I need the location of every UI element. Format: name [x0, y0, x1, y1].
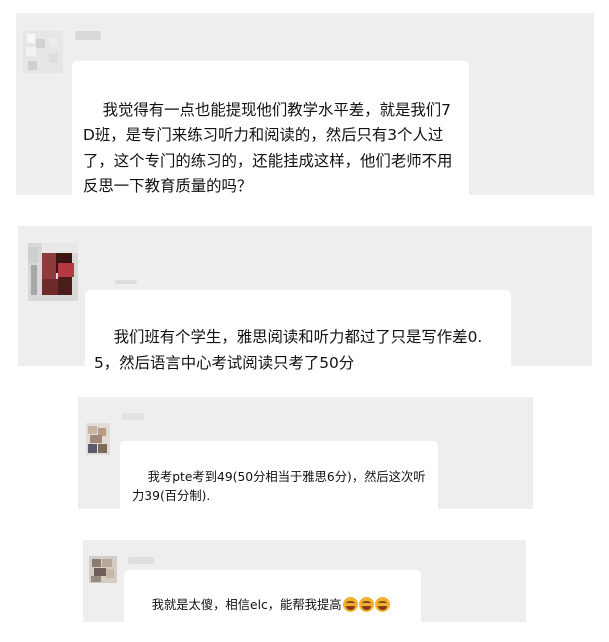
message-text: 我觉得有一点也能提现他们教学水平差，就是我们7D班，是专门来练习听力和阅读的，然… — [83, 100, 453, 196]
blurred-username — [128, 557, 154, 564]
message-bubble: 我们班有个学生，雅思阅读和听力都过了只是写作差0.5，然后语言中心考试阅读只考了… — [85, 290, 511, 410]
message-text: 我就是太傻，相信elc，能帮我提高 — [151, 598, 342, 612]
message-text: 我考pte考到49(50分相当于雅思6分)，然后这次听力39(百分制). — [132, 470, 426, 503]
chat-message-card: 我考pte考到49(50分相当于雅思6分)，然后这次听力39(百分制). — [78, 397, 533, 533]
blurred-username — [75, 31, 101, 40]
chat-message-card: 我觉得有一点也能提现他们教学水平差，就是我们7D班，是专门来练习听力和阅读的，然… — [16, 13, 594, 235]
blurred-avatar-icon — [23, 31, 63, 73]
message-bubble: 我就是太傻，相信elc，能帮我提高 — [124, 570, 421, 640]
message-bubble: 我觉得有一点也能提现他们教学水平差，就是我们7D班，是专门来练习听力和阅读的，然… — [72, 61, 469, 235]
crying-laughing-emoji-icon — [374, 597, 390, 612]
blurred-avatar-icon — [89, 556, 117, 583]
blurred-avatar-icon — [86, 423, 110, 455]
message-text: 我们班有个学生，雅思阅读和听力都过了只是写作差0.5，然后语言中心考试阅读只考了… — [94, 328, 483, 372]
crying-laughing-emoji-icon — [342, 597, 358, 612]
blurred-avatar-icon — [28, 243, 78, 301]
blurred-username — [122, 413, 144, 420]
crying-laughing-emoji-icon — [358, 597, 374, 612]
blurred-username — [115, 280, 137, 284]
chat-message-card: 我就是太傻，相信elc，能帮我提高 — [83, 540, 526, 640]
message-bubble: 我考pte考到49(50分相当于雅思6分)，然后这次听力39(百分制). — [120, 441, 438, 533]
chat-message-card: 我们班有个学生，雅思阅读和听力都过了只是写作差0.5，然后语言中心考试阅读只考了… — [18, 226, 592, 410]
